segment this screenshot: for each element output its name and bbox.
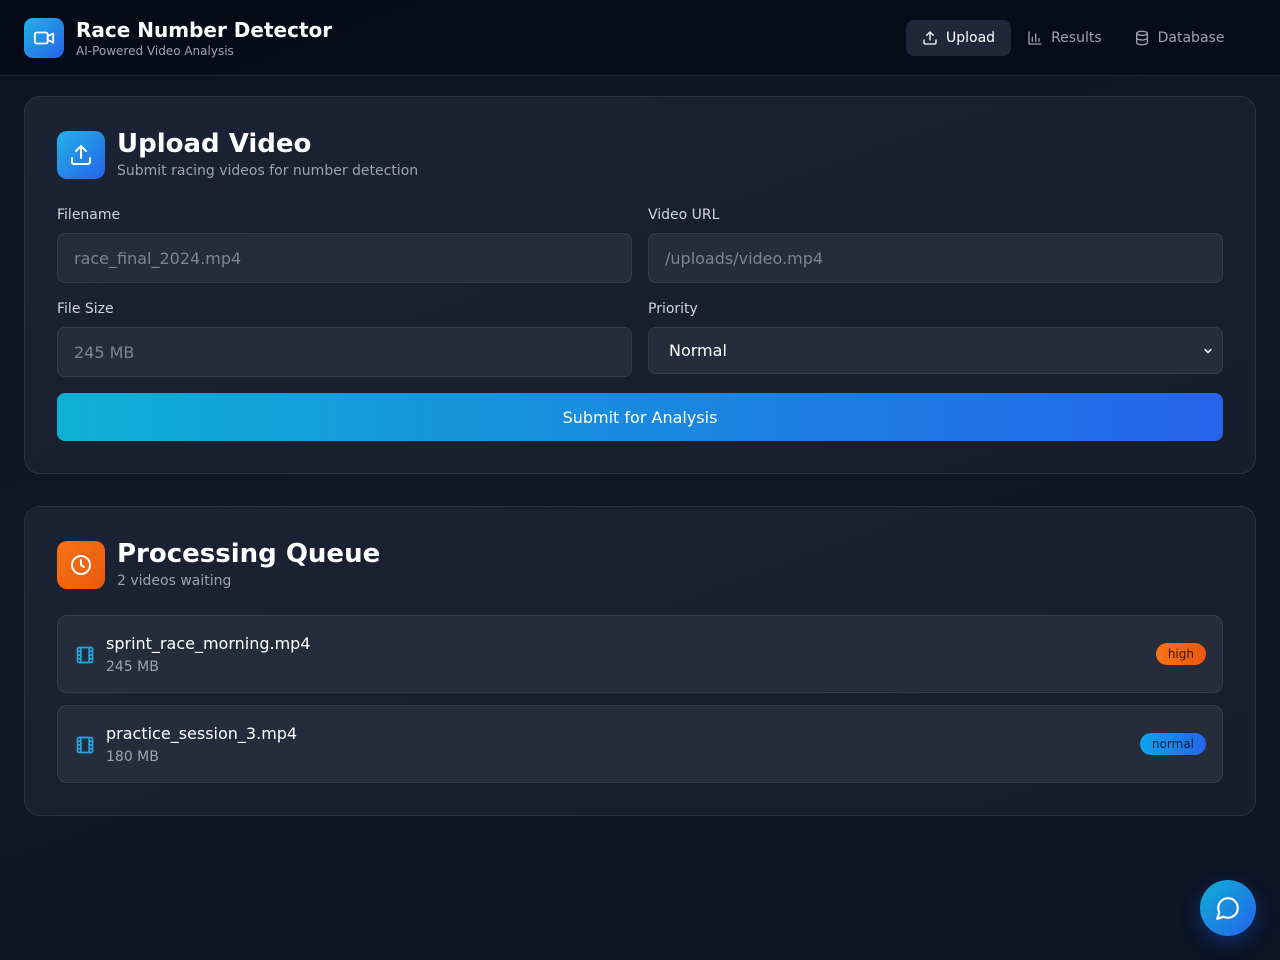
queue-title: Processing Queue	[117, 539, 381, 569]
upload-card-icon	[57, 131, 105, 179]
nav-upload[interactable]: Upload	[906, 20, 1012, 56]
queue-subtitle: 2 videos waiting	[117, 573, 232, 589]
priority-badge: high	[1155, 643, 1206, 665]
nav-results-label: Results	[1051, 30, 1102, 46]
chevron-down-icon	[1204, 348, 1212, 354]
queue-item-name: sprint_race_morning.mp4	[106, 634, 311, 653]
queue-card: Processing Queue 2 videos waiting sprint…	[24, 506, 1256, 816]
upload-card: Upload Video Submit racing videos for nu…	[24, 96, 1256, 474]
upload-subtitle: Submit racing videos for number detectio…	[117, 163, 419, 179]
upload-title: Upload Video	[117, 129, 312, 159]
video-url-label: Video URL	[648, 207, 720, 223]
priority-selected-value: Normal	[669, 341, 727, 360]
video-url-input[interactable]	[648, 233, 1223, 283]
priority-select[interactable]: Normal	[648, 327, 1223, 374]
database-icon	[1135, 30, 1148, 46]
app-title: Race Number Detector	[76, 18, 333, 42]
filename-label: Filename	[57, 207, 121, 223]
file-size-input[interactable]	[57, 327, 632, 377]
film-icon	[76, 736, 94, 754]
queue-item-size: 180 MB	[106, 749, 159, 765]
queue-card-icon	[57, 541, 105, 589]
clock-icon	[71, 555, 91, 575]
upload-icon	[923, 31, 937, 45]
top-bar: Race Number Detector AI-Powered Video An…	[0, 0, 1280, 76]
chat-button[interactable]	[1200, 880, 1256, 936]
video-camera-icon	[24, 18, 64, 58]
filename-input[interactable]	[57, 233, 632, 283]
main-nav: Upload Results Database	[906, 20, 1240, 56]
queue-item[interactable]: practice_session_3.mp4 180 MB normal	[57, 705, 1223, 783]
priority-label: Priority	[648, 301, 698, 317]
bar-chart-icon	[1028, 31, 1042, 45]
app-subtitle: AI-Powered Video Analysis	[76, 44, 234, 58]
queue-item-name: practice_session_3.mp4	[106, 724, 298, 743]
film-icon	[76, 646, 94, 664]
queue-item-size: 245 MB	[106, 659, 159, 675]
nav-database[interactable]: Database	[1118, 20, 1241, 56]
nav-upload-label: Upload	[946, 30, 996, 46]
nav-results[interactable]: Results	[1011, 20, 1118, 56]
priority-badge: normal	[1139, 733, 1206, 755]
queue-item[interactable]: sprint_race_morning.mp4 245 MB high	[57, 615, 1223, 693]
nav-database-label: Database	[1157, 30, 1225, 46]
chat-bubble-icon	[1216, 897, 1239, 920]
file-size-label: File Size	[57, 301, 114, 317]
upload-icon	[71, 145, 91, 165]
submit-button[interactable]: Submit for Analysis	[57, 393, 1223, 441]
